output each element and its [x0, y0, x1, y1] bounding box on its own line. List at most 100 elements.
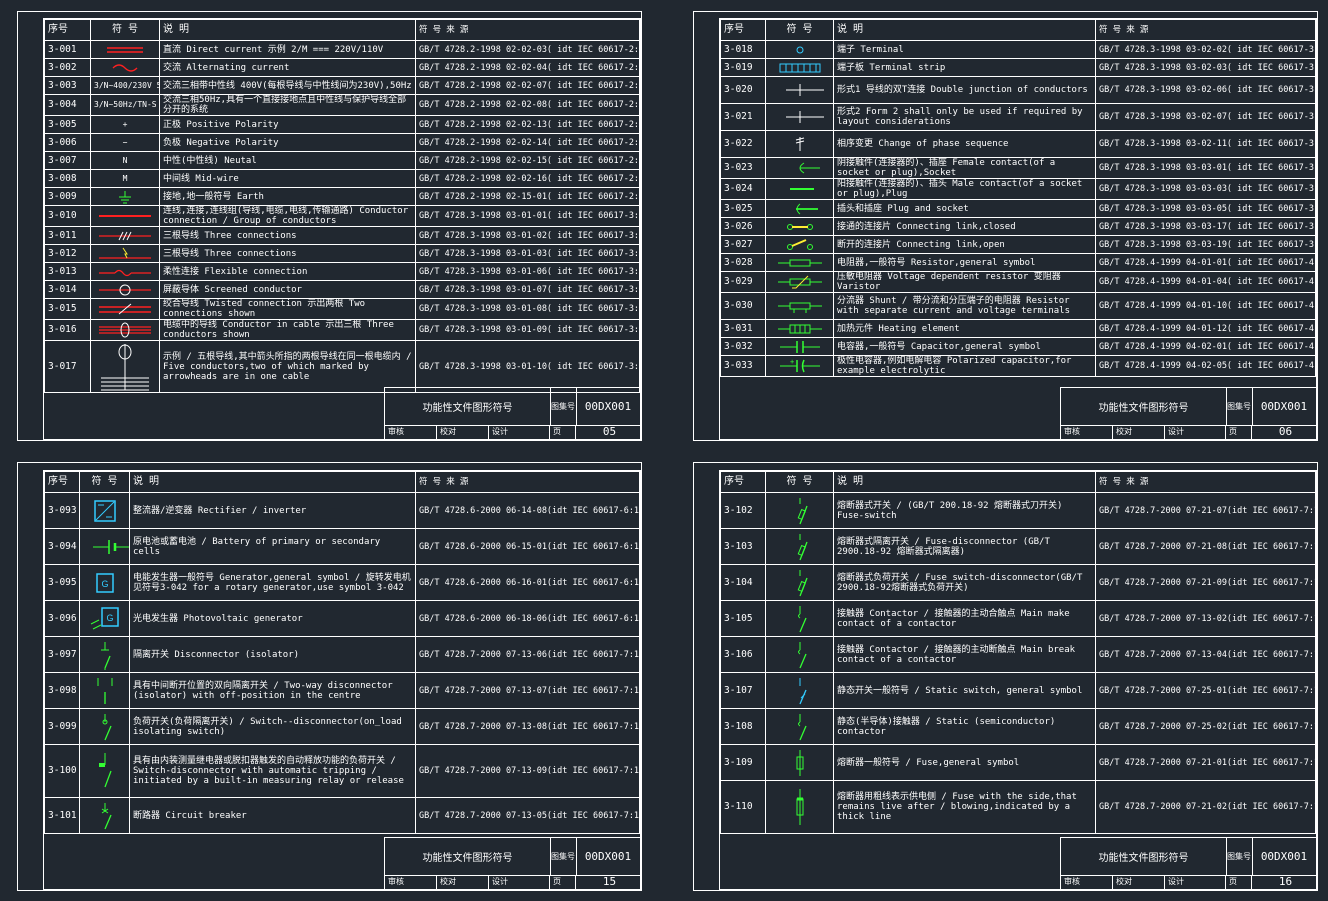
- table-row: 3-110 熔断器用粗线表示供电侧 / Fuse with the side,th…: [720, 780, 1316, 834]
- table-row: 3-011 三根导线 Three connections GB/T 4728.3-1…: [44, 226, 640, 245]
- row-source: GB/T 4728.7-2000 07-13-08(idt IEC 60617-…: [415, 708, 640, 745]
- row-source: GB/T 4728.3-1998 03-01-03( idt IEC 60617…: [415, 244, 640, 263]
- row-source: GB/T 4728.7-2000 07-21-02(idt IEC 60617-…: [1095, 780, 1316, 834]
- row-symbol: [765, 337, 834, 356]
- svg-text:G: G: [101, 579, 108, 589]
- row-number: 3-106: [720, 636, 766, 673]
- table-row: 3-103 熔断器式隔离开关 / Fuse-disconnector (GB/T …: [720, 528, 1316, 565]
- symbol-text: +: [122, 119, 128, 129]
- row-description: 静态开关一般符号 / Static switch, general symbol: [833, 672, 1096, 709]
- row-number: 3-109: [720, 744, 766, 781]
- svg-text:G: G: [106, 613, 113, 623]
- table-row: 3-030 分流器 Shunt / 带分流和分压端子的电阻器 Resistor w…: [720, 292, 1316, 320]
- row-source: GB/T 4728.3-1998 03-03-03( idt IEC 60617…: [1095, 178, 1316, 200]
- table-row: 3-016 电缆中的导线 Conductor in cable 示出三根 Thre…: [44, 319, 640, 341]
- table-row: 3-031 加热元件 Heating element GB/T 4728.4-199…: [720, 319, 1316, 338]
- row-number: 3-030: [720, 292, 766, 320]
- row-source: GB/T 4728.3-1998 03-03-05( idt IEC 60617…: [1095, 199, 1316, 218]
- row-symbol: G: [79, 564, 130, 601]
- row-description: 中间线 Mid-wire: [159, 169, 416, 188]
- row-description: 熔断器式隔离开关 / Fuse-disconnector (GB/T 2900.…: [833, 528, 1096, 565]
- row-number: 3-094: [44, 528, 80, 565]
- row-source: GB/T 4728.7-2000 07-21-07(idt IEC 60617-…: [1095, 492, 1316, 529]
- shunt-symbol-icon: [769, 298, 830, 314]
- row-symbol: [90, 280, 160, 299]
- table-row: 3-009 接地,地一般符号 Earth GB/T 4728.2-1998 02-1…: [44, 187, 640, 206]
- sig-design: 设计: [1165, 875, 1226, 889]
- row-description: 分流器 Shunt / 带分流和分压端子的电阻器 Resistor with s…: [833, 292, 1096, 320]
- fuse2-symbol-icon: [769, 787, 830, 827]
- row-symbol: [765, 708, 834, 745]
- sheet-15-frame: 序号 符 号 说 明 符 号 来 源 3-093 整流器/逆变器 Rectifie…: [43, 470, 641, 890]
- cable-symbol-icon: [94, 322, 156, 338]
- row-description: 电容器,一般符号 Capacitor,general symbol: [833, 337, 1096, 356]
- three2-symbol-icon: [94, 246, 156, 262]
- mcon-symbol-icon: [769, 181, 830, 197]
- fuse-symbol-icon: [769, 748, 830, 778]
- row-description: 接触器 Contactor / 接触器的主动合触点 Main make cont…: [833, 600, 1096, 637]
- scon-symbol-icon: [769, 712, 830, 742]
- row-symbol: [90, 58, 160, 77]
- fcon-symbol-icon: [769, 160, 830, 176]
- table-row: 3-008 M 中间线 Mid-wire GB/T 4728.2-1998 02-02…: [44, 169, 640, 188]
- table-row: 3-026 接通的连接片 Connecting link,closed GB/T 4…: [720, 217, 1316, 236]
- sheet-06-rows: 3-018 端子 Terminal GB/T 4728.3-1998 03-02-0…: [720, 40, 1316, 377]
- row-symbol: [90, 298, 160, 320]
- row-number: 3-017: [44, 340, 91, 393]
- row-source: GB/T 4728.4-1999 04-02-01( idt IEC 60617…: [1095, 337, 1316, 356]
- row-number: 3-108: [720, 708, 766, 745]
- title-block-06: 功能性文件图形符号 图集号 00DX001 审核 校对 设计 页 06: [1060, 387, 1316, 439]
- row-description: 加热元件 Heating element: [833, 319, 1096, 338]
- row-number: 3-021: [720, 103, 766, 131]
- row-symbol: [79, 672, 130, 709]
- symbol-text: 3/N~400/230V 50Hz: [94, 80, 159, 90]
- row-number: 3-022: [720, 130, 766, 158]
- symbol-text: M: [122, 173, 128, 183]
- row-symbol: [765, 76, 834, 104]
- row-description: 原电池或蓄电池 / Battery of primary or secondar…: [129, 528, 416, 565]
- table-row: 3-017 示例 / 五根导线,其中箭头所指的两根导线在同一根电缆内 / Five…: [44, 340, 640, 393]
- row-number: 3-004: [44, 94, 91, 116]
- sheet-05: 序号 符 号 说 明 符 号 来 源 3-001 直流 Direct curren…: [17, 11, 642, 441]
- table-row: 3-097 隔离开关 Disconnector (isolator) GB/T 47…: [44, 636, 640, 673]
- row-description: 隔离开关 Disconnector (isolator): [129, 636, 416, 673]
- row-description: 交流 Alternating current: [159, 58, 416, 77]
- table-row: 3-0033/N~400/230V 50Hz交流三相带中性线 400V(每根导线…: [44, 76, 640, 95]
- table-row: 3-094 原电池或蓄电池 / Battery of primary or sec…: [44, 528, 640, 565]
- row-source: GB/T 4728.7-2000 07-21-09(idt IEC 60617-…: [1095, 564, 1316, 601]
- sheet-05-rows: 3-001 直流 Direct current 示例 2/M === 220V/1…: [44, 40, 640, 393]
- row-description: 端子 Terminal: [833, 40, 1096, 59]
- table-row: 3-095 G 电能发生器一般符号 Generator,general symbol…: [44, 564, 640, 601]
- title-block-title: 功能性文件图形符号: [385, 388, 551, 426]
- row-description: 接地,地一般符号 Earth: [159, 187, 416, 206]
- row-description: 形式2 Form 2 shall only be used if require…: [833, 103, 1096, 131]
- redline-symbol-icon: [94, 208, 156, 224]
- row-symbol: [765, 40, 834, 59]
- table-header: 序号 符 号 说 明 符 号 来 源: [720, 19, 1316, 41]
- row-number: 3-095: [44, 564, 80, 601]
- disc2-symbol-icon: [83, 676, 126, 706]
- sig-review: 审核: [1061, 425, 1113, 439]
- page-number: 06: [1278, 425, 1293, 438]
- row-symbol: +: [90, 115, 160, 134]
- screen-symbol-icon: [94, 282, 156, 298]
- phase-symbol-icon: [769, 136, 830, 152]
- row-description: 示例 / 五根导线,其中箭头所指的两根导线在同一根电缆内 / Five cond…: [159, 340, 416, 393]
- row-number: 3-001: [44, 40, 91, 59]
- table-row: 3-028 电阻器,一般符号 Resistor,general symbol GB/…: [720, 253, 1316, 272]
- row-number: 3-033: [720, 355, 766, 377]
- row-number: 3-102: [720, 492, 766, 529]
- row-source: GB/T 4728.2-1998 02-02-04( idt IEC 60617…: [415, 58, 640, 77]
- row-symbol: [765, 157, 834, 179]
- row-description: 断开的连接片 Connecting link,open: [833, 235, 1096, 254]
- row-symbol: [765, 319, 834, 338]
- row-number: 3-014: [44, 280, 91, 299]
- row-source: GB/T 4728.6-2000 06-16-01(idt IEC 60617-…: [415, 564, 640, 601]
- row-symbol: [90, 262, 160, 281]
- sig-page-label: 页: [550, 875, 576, 889]
- row-description: 熔断器式负荷开关 / Fuse switch-disconnector(GB/T…: [833, 564, 1096, 601]
- row-description: 整流器/逆变器 Rectifier / inverter: [129, 492, 416, 529]
- row-source: GB/T 4728.2-1998 02-02-15( idt IEC 60617…: [415, 151, 640, 170]
- row-number: 3-101: [44, 797, 80, 834]
- title-block-signatures: 审核 校对 设计 页 05: [385, 425, 640, 439]
